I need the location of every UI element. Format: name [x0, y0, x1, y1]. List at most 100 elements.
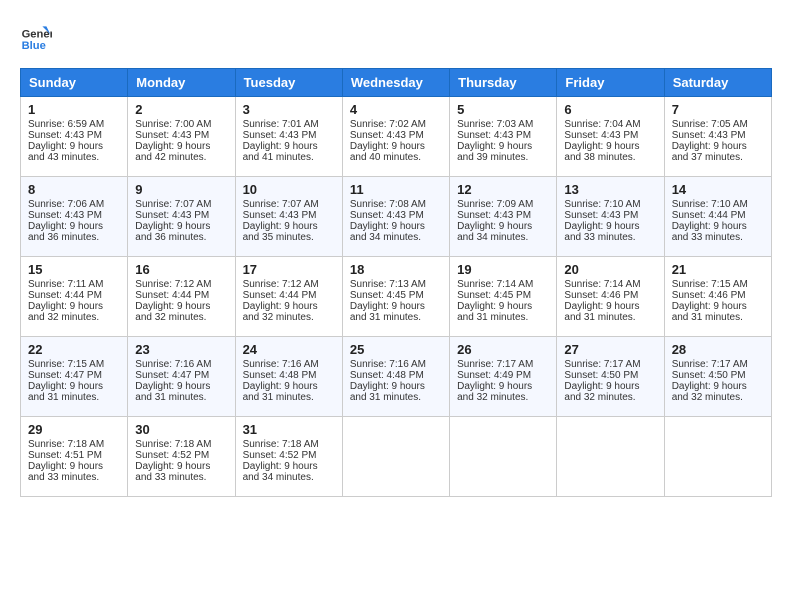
- daylight-text: Daylight: 9 hours and 33 minutes.: [672, 221, 747, 243]
- sunrise-text: Sunrise: 7:18 AM: [243, 439, 319, 450]
- calendar-cell: 20 Sunrise: 7:14 AM Sunset: 4:46 PM Dayl…: [557, 257, 664, 337]
- weekday-cell: Monday: [128, 69, 235, 97]
- calendar-cell: 11 Sunrise: 7:08 AM Sunset: 4:43 PM Dayl…: [342, 177, 449, 257]
- svg-text:Blue: Blue: [22, 40, 46, 52]
- daylight-text: Daylight: 9 hours and 31 minutes.: [350, 381, 425, 403]
- sunrise-text: Sunrise: 7:02 AM: [350, 119, 426, 130]
- calendar-cell: 30 Sunrise: 7:18 AM Sunset: 4:52 PM Dayl…: [128, 417, 235, 497]
- sunset-text: Sunset: 4:45 PM: [457, 290, 531, 301]
- day-number: 28: [672, 342, 764, 357]
- calendar-cell: 25 Sunrise: 7:16 AM Sunset: 4:48 PM Dayl…: [342, 337, 449, 417]
- sunset-text: Sunset: 4:43 PM: [28, 130, 102, 141]
- sunrise-text: Sunrise: 7:08 AM: [350, 199, 426, 210]
- sunrise-text: Sunrise: 7:10 AM: [564, 199, 640, 210]
- calendar-cell: 18 Sunrise: 7:13 AM Sunset: 4:45 PM Dayl…: [342, 257, 449, 337]
- day-number: 22: [28, 342, 120, 357]
- daylight-text: Daylight: 9 hours and 32 minutes.: [28, 301, 103, 323]
- daylight-text: Daylight: 9 hours and 31 minutes.: [135, 381, 210, 403]
- calendar-cell: 21 Sunrise: 7:15 AM Sunset: 4:46 PM Dayl…: [664, 257, 771, 337]
- day-number: 27: [564, 342, 656, 357]
- sunset-text: Sunset: 4:43 PM: [672, 130, 746, 141]
- weekday-cell: Thursday: [450, 69, 557, 97]
- calendar-row: 22 Sunrise: 7:15 AM Sunset: 4:47 PM Dayl…: [21, 337, 772, 417]
- calendar-cell: 28 Sunrise: 7:17 AM Sunset: 4:50 PM Dayl…: [664, 337, 771, 417]
- sunset-text: Sunset: 4:48 PM: [350, 370, 424, 381]
- daylight-text: Daylight: 9 hours and 36 minutes.: [28, 221, 103, 243]
- sunset-text: Sunset: 4:48 PM: [243, 370, 317, 381]
- calendar-cell: 3 Sunrise: 7:01 AM Sunset: 4:43 PM Dayli…: [235, 97, 342, 177]
- sunrise-text: Sunrise: 7:07 AM: [243, 199, 319, 210]
- daylight-text: Daylight: 9 hours and 32 minutes.: [564, 381, 639, 403]
- sunrise-text: Sunrise: 7:15 AM: [28, 359, 104, 370]
- daylight-text: Daylight: 9 hours and 33 minutes.: [135, 461, 210, 483]
- weekday-cell: Tuesday: [235, 69, 342, 97]
- daylight-text: Daylight: 9 hours and 32 minutes.: [457, 381, 532, 403]
- sunset-text: Sunset: 4:44 PM: [135, 290, 209, 301]
- weekday-header: SundayMondayTuesdayWednesdayThursdayFrid…: [21, 69, 772, 97]
- sunrise-text: Sunrise: 7:13 AM: [350, 279, 426, 290]
- sunrise-text: Sunrise: 7:03 AM: [457, 119, 533, 130]
- sunset-text: Sunset: 4:43 PM: [564, 210, 638, 221]
- sunset-text: Sunset: 4:49 PM: [457, 370, 531, 381]
- weekday-cell: Friday: [557, 69, 664, 97]
- calendar-row: 1 Sunrise: 6:59 AM Sunset: 4:43 PM Dayli…: [21, 97, 772, 177]
- day-number: 5: [457, 102, 549, 117]
- day-number: 13: [564, 182, 656, 197]
- calendar-body: 1 Sunrise: 6:59 AM Sunset: 4:43 PM Dayli…: [21, 97, 772, 497]
- day-number: 8: [28, 182, 120, 197]
- sunset-text: Sunset: 4:47 PM: [135, 370, 209, 381]
- sunset-text: Sunset: 4:43 PM: [243, 130, 317, 141]
- sunset-text: Sunset: 4:45 PM: [350, 290, 424, 301]
- sunrise-text: Sunrise: 7:12 AM: [243, 279, 319, 290]
- weekday-cell: Sunday: [21, 69, 128, 97]
- day-number: 17: [243, 262, 335, 277]
- sunrise-text: Sunrise: 7:07 AM: [135, 199, 211, 210]
- page-header: General Blue: [20, 20, 772, 52]
- daylight-text: Daylight: 9 hours and 41 minutes.: [243, 141, 318, 163]
- daylight-text: Daylight: 9 hours and 43 minutes.: [28, 141, 103, 163]
- calendar-cell: 5 Sunrise: 7:03 AM Sunset: 4:43 PM Dayli…: [450, 97, 557, 177]
- daylight-text: Daylight: 9 hours and 32 minutes.: [135, 301, 210, 323]
- day-number: 29: [28, 422, 120, 437]
- calendar-cell: 12 Sunrise: 7:09 AM Sunset: 4:43 PM Dayl…: [450, 177, 557, 257]
- calendar: SundayMondayTuesdayWednesdayThursdayFrid…: [20, 68, 772, 497]
- sunrise-text: Sunrise: 7:00 AM: [135, 119, 211, 130]
- sunset-text: Sunset: 4:43 PM: [135, 210, 209, 221]
- day-number: 23: [135, 342, 227, 357]
- sunrise-text: Sunrise: 7:15 AM: [672, 279, 748, 290]
- day-number: 9: [135, 182, 227, 197]
- day-number: 24: [243, 342, 335, 357]
- day-number: 3: [243, 102, 335, 117]
- sunset-text: Sunset: 4:43 PM: [243, 210, 317, 221]
- calendar-cell: 10 Sunrise: 7:07 AM Sunset: 4:43 PM Dayl…: [235, 177, 342, 257]
- calendar-cell: 15 Sunrise: 7:11 AM Sunset: 4:44 PM Dayl…: [21, 257, 128, 337]
- calendar-cell: 27 Sunrise: 7:17 AM Sunset: 4:50 PM Dayl…: [557, 337, 664, 417]
- day-number: 15: [28, 262, 120, 277]
- daylight-text: Daylight: 9 hours and 34 minutes.: [350, 221, 425, 243]
- sunset-text: Sunset: 4:43 PM: [350, 210, 424, 221]
- daylight-text: Daylight: 9 hours and 38 minutes.: [564, 141, 639, 163]
- day-number: 19: [457, 262, 549, 277]
- sunset-text: Sunset: 4:51 PM: [28, 450, 102, 461]
- day-number: 25: [350, 342, 442, 357]
- sunset-text: Sunset: 4:43 PM: [135, 130, 209, 141]
- sunset-text: Sunset: 4:52 PM: [135, 450, 209, 461]
- sunrise-text: Sunrise: 6:59 AM: [28, 119, 104, 130]
- sunset-text: Sunset: 4:43 PM: [350, 130, 424, 141]
- sunrise-text: Sunrise: 7:09 AM: [457, 199, 533, 210]
- daylight-text: Daylight: 9 hours and 31 minutes.: [350, 301, 425, 323]
- daylight-text: Daylight: 9 hours and 32 minutes.: [672, 381, 747, 403]
- weekday-cell: Wednesday: [342, 69, 449, 97]
- daylight-text: Daylight: 9 hours and 34 minutes.: [243, 461, 318, 483]
- sunset-text: Sunset: 4:43 PM: [457, 130, 531, 141]
- sunrise-text: Sunrise: 7:17 AM: [564, 359, 640, 370]
- calendar-row: 8 Sunrise: 7:06 AM Sunset: 4:43 PM Dayli…: [21, 177, 772, 257]
- sunset-text: Sunset: 4:43 PM: [457, 210, 531, 221]
- sunrise-text: Sunrise: 7:17 AM: [672, 359, 748, 370]
- calendar-cell: 24 Sunrise: 7:16 AM Sunset: 4:48 PM Dayl…: [235, 337, 342, 417]
- sunset-text: Sunset: 4:50 PM: [564, 370, 638, 381]
- calendar-cell: 31 Sunrise: 7:18 AM Sunset: 4:52 PM Dayl…: [235, 417, 342, 497]
- sunrise-text: Sunrise: 7:04 AM: [564, 119, 640, 130]
- sunrise-text: Sunrise: 7:16 AM: [135, 359, 211, 370]
- calendar-row: 29 Sunrise: 7:18 AM Sunset: 4:51 PM Dayl…: [21, 417, 772, 497]
